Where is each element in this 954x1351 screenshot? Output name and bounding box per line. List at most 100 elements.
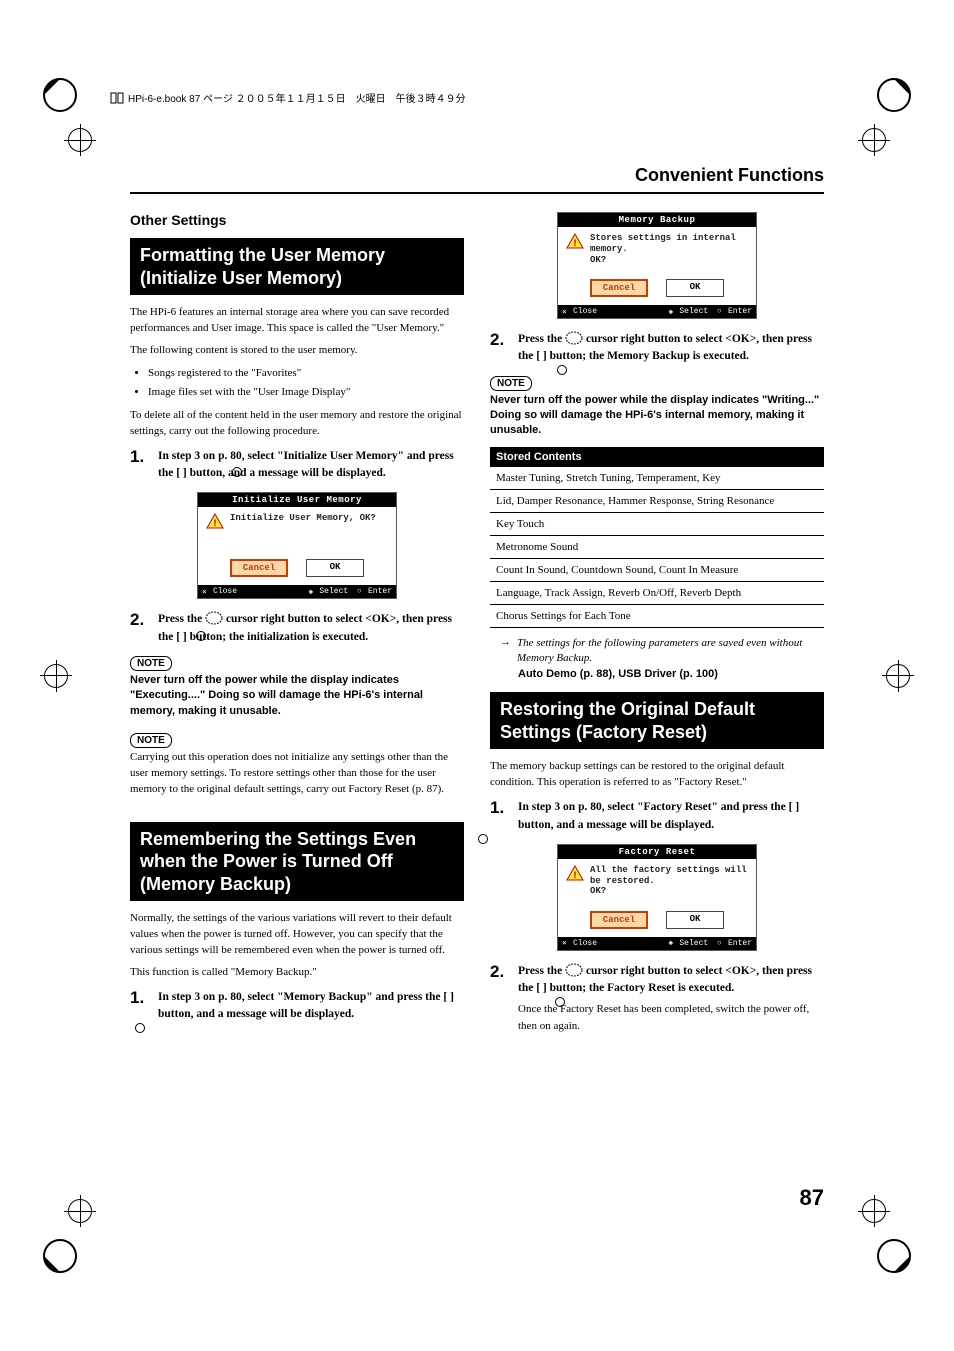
circle-button-icon xyxy=(135,1023,145,1033)
paragraph: The HPi-6 features an internal storage a… xyxy=(130,305,464,337)
paragraph: Normally, the settings of the various va… xyxy=(130,911,464,959)
x-icon: ✕ xyxy=(562,939,571,948)
step-number: 2. xyxy=(490,331,510,366)
step-1: 1. In step 3 on p. 80, select "Factory R… xyxy=(490,799,824,834)
print-header-text: HPi-6-e.book 87 ページ ２００５年１１月１５日 火曜日 午後３時… xyxy=(128,90,466,105)
step-number: 2. xyxy=(130,611,150,646)
reference-text: Auto Demo (p. 88), USB Driver (p. 100) xyxy=(518,668,824,680)
table-row: Lid, Damper Resonance, Hammer Response, … xyxy=(490,490,824,513)
dpad-icon: ◈ xyxy=(668,307,677,316)
dialog-message: Initialize User Memory, OK? xyxy=(230,513,376,524)
step-text: In step 3 on p. 80, select "Memory Backu… xyxy=(158,989,464,1024)
dialog-footer: ✕Close ◈Select ○Enter xyxy=(198,585,396,598)
svg-text:!: ! xyxy=(212,519,218,529)
note-label: NOTE xyxy=(490,376,532,391)
print-header: HPi-6-e.book 87 ページ ２００５年１１月１５日 火曜日 午後３時… xyxy=(110,90,466,105)
step-2: 2. Press the cursor right button to sele… xyxy=(130,611,464,646)
dialog-title: Initialize User Memory xyxy=(198,493,396,507)
registration-mark-icon xyxy=(862,128,886,152)
header-rule xyxy=(130,192,824,194)
circle-button-icon xyxy=(478,834,488,844)
note-label: NOTE xyxy=(130,733,172,748)
table-row: Metronome Sound xyxy=(490,536,824,559)
circle-button-icon xyxy=(232,467,242,477)
paragraph: To delete all of the content held in the… xyxy=(130,408,464,440)
paragraph: The memory backup settings can be restor… xyxy=(490,759,824,791)
step-text: In step 3 on p. 80, select "Initialize U… xyxy=(158,448,464,483)
registration-mark-icon xyxy=(886,664,910,688)
page: HPi-6-e.book 87 ページ ２００５年１１月１５日 火曜日 午後３時… xyxy=(0,0,954,1351)
step-1: 1. In step 3 on p. 80, select "Memory Ba… xyxy=(130,989,464,1024)
step-number: 1. xyxy=(490,799,510,834)
arrow-note-text: The settings for the following parameter… xyxy=(517,636,824,667)
subheading-other-settings: Other Settings xyxy=(130,212,464,228)
paragraph: This function is called "Memory Backup." xyxy=(130,965,464,981)
note-text: Carrying out this operation does not ini… xyxy=(130,750,464,798)
arrow-note: → The settings for the following paramet… xyxy=(500,636,824,667)
dialog-factory-reset: Factory Reset ! All the factory settings… xyxy=(557,844,757,951)
dpad-icon xyxy=(565,963,583,977)
section-title-factory-reset: Restoring the Original Default Settings … xyxy=(490,692,824,749)
step-text: Press the cursor right button to select … xyxy=(518,331,824,366)
circle-icon: ○ xyxy=(717,939,726,948)
dialog-buttons: Cancel OK xyxy=(558,279,756,305)
paragraph: Once the Factory Reset has been complete… xyxy=(518,1001,824,1034)
crop-decoration-icon xyxy=(874,1236,914,1276)
cancel-button[interactable]: Cancel xyxy=(230,559,288,577)
step-text: In step 3 on p. 80, select "Factory Rese… xyxy=(518,799,824,834)
dialog-body: ! Stores settings in internal memory. OK… xyxy=(558,227,756,279)
bullet-list: Songs registered to the "Favorites" Imag… xyxy=(148,365,464,402)
running-header: Convenient Functions xyxy=(130,165,824,186)
note-text: Never turn off the power while the displ… xyxy=(130,673,464,719)
crop-decoration-icon xyxy=(40,75,80,115)
ok-button[interactable]: OK xyxy=(306,559,364,577)
x-icon: ✕ xyxy=(202,587,211,596)
step-number: 1. xyxy=(130,448,150,483)
step-number: 1. xyxy=(130,989,150,1024)
columns: Other Settings Formatting the User Memor… xyxy=(130,212,824,1034)
dialog-buttons: Cancel OK xyxy=(198,559,396,585)
note-text: Never turn off the power while the displ… xyxy=(490,393,824,439)
table-row: Chorus Settings for Each Tone xyxy=(490,605,824,628)
step-number: 2. xyxy=(490,963,510,998)
crop-decoration-icon xyxy=(874,75,914,115)
circle-button-icon xyxy=(557,365,567,375)
table-header: Stored Contents xyxy=(490,447,824,467)
ok-button[interactable]: OK xyxy=(666,279,724,297)
svg-text:!: ! xyxy=(572,239,578,249)
content-area: Convenient Functions Other Settings Form… xyxy=(130,165,824,1211)
step-1: 1. In step 3 on p. 80, select "Initializ… xyxy=(130,448,464,483)
dpad-icon xyxy=(205,611,223,625)
ok-button[interactable]: OK xyxy=(666,911,724,929)
registration-mark-icon xyxy=(68,128,92,152)
warning-icon: ! xyxy=(566,233,584,249)
circle-icon: ○ xyxy=(357,587,366,596)
dpad-icon: ◈ xyxy=(668,939,677,948)
dialog-title: Memory Backup xyxy=(558,213,756,227)
cancel-button[interactable]: Cancel xyxy=(590,911,648,929)
step-text: Press the cursor right button to select … xyxy=(158,611,464,646)
warning-icon: ! xyxy=(206,513,224,529)
dpad-icon xyxy=(565,331,583,345)
page-number: 87 xyxy=(800,1185,824,1211)
dialog-body: ! Initialize User Memory, OK? xyxy=(198,507,396,559)
registration-mark-icon xyxy=(68,1199,92,1223)
cancel-button[interactable]: Cancel xyxy=(590,279,648,297)
dialog-buttons: Cancel OK xyxy=(558,911,756,937)
dpad-icon: ◈ xyxy=(308,587,317,596)
dialog-footer: ✕Close ◈Select ○Enter xyxy=(558,305,756,318)
dialog-title: Factory Reset xyxy=(558,845,756,859)
step-2: 2. Press the cursor right button to sele… xyxy=(490,963,824,998)
circle-button-icon xyxy=(196,631,206,641)
circle-icon: ○ xyxy=(717,307,726,316)
section-title-memory-backup: Remembering the Settings Even when the P… xyxy=(130,822,464,902)
dialog-memory-backup: Memory Backup ! Stores settings in inter… xyxy=(557,212,757,319)
dialog-body: ! All the factory settings will be resto… xyxy=(558,859,756,911)
dialog-footer: ✕Close ◈Select ○Enter xyxy=(558,937,756,950)
paragraph: The following content is stored to the u… xyxy=(130,343,464,359)
table-row: Count In Sound, Countdown Sound, Count I… xyxy=(490,559,824,582)
right-column: Memory Backup ! Stores settings in inter… xyxy=(490,212,824,1034)
registration-mark-icon xyxy=(862,1199,886,1223)
step-2: 2. Press the cursor right button to sele… xyxy=(490,331,824,366)
table-row: Master Tuning, Stretch Tuning, Temperame… xyxy=(490,467,824,490)
